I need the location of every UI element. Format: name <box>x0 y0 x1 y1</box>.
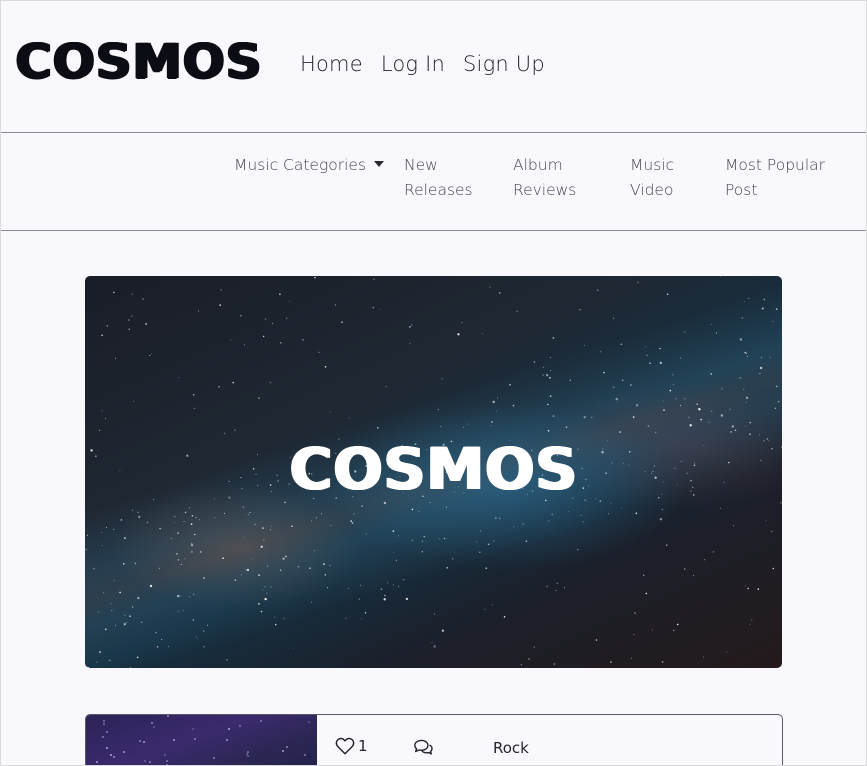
album-reviews-label-line2: Reviews <box>513 181 577 199</box>
thumb-star <box>139 740 141 742</box>
thumb-star <box>247 755 249 757</box>
new-releases-label-line2: Releases <box>404 181 473 199</box>
thumb-star <box>103 723 105 725</box>
thumb-star <box>308 721 310 723</box>
thumb-star <box>149 761 151 763</box>
category-tag[interactable]: Rock <box>493 739 529 757</box>
post-thumbnail[interactable] <box>86 715 317 765</box>
thumb-star <box>167 715 169 717</box>
thumb-star <box>282 750 284 752</box>
thumb-star <box>106 747 108 749</box>
thumb-star <box>173 739 175 741</box>
music-categories-label: Music Categories <box>234 156 367 174</box>
thumb-star <box>102 736 104 738</box>
hero-banner: COSMOS <box>85 276 782 668</box>
music-video-label-line2: Video <box>630 181 674 199</box>
thumb-star <box>153 726 155 728</box>
most-popular-label-line2: Post <box>725 181 758 199</box>
nav-login-link[interactable]: Log In <box>381 47 445 81</box>
hero-title: COSMOS <box>289 435 578 503</box>
page-frame: COSMOS Home Log In Sign Up Music Categor… <box>0 0 867 766</box>
thumb-star <box>239 725 241 727</box>
likes-count: 1 <box>358 737 368 755</box>
thumb-star <box>260 720 262 722</box>
thumb-star <box>192 728 194 730</box>
like-button[interactable]: 1 <box>335 737 368 755</box>
thumb-star <box>144 760 146 762</box>
thumb-star <box>123 751 125 753</box>
caret-down-icon <box>374 161 385 167</box>
thumb-star <box>226 739 228 741</box>
site-logo[interactable]: COSMOS <box>15 31 262 93</box>
music-video-link[interactable]: Music Video <box>630 153 674 203</box>
album-reviews-link[interactable]: Album Reviews <box>513 153 576 203</box>
new-releases-label-line1: New <box>404 156 438 174</box>
post-card[interactable]: 1 Rock <box>85 714 783 765</box>
thumb-star <box>143 741 145 743</box>
nav-home-link[interactable]: Home <box>300 47 363 81</box>
thumb-star <box>194 738 196 740</box>
thumb-star <box>103 720 105 722</box>
thumb-star <box>228 728 230 730</box>
thumb-star <box>96 761 98 763</box>
thumb-star <box>286 746 288 748</box>
comments-button[interactable] <box>412 738 434 756</box>
comments-icon <box>412 738 434 756</box>
category-nav: Music Categories New Releases Album Revi… <box>1 133 866 231</box>
music-categories-dropdown[interactable]: Music Categories <box>234 153 385 178</box>
nav-signup-link[interactable]: Sign Up <box>463 47 545 81</box>
most-popular-post-link[interactable]: Most Popular Post <box>725 153 825 203</box>
album-reviews-label-line1: Album <box>513 156 563 174</box>
music-video-label-line1: Music <box>630 156 675 174</box>
thumb-star <box>166 760 168 762</box>
thumb-star <box>164 754 166 756</box>
thumb-star <box>304 754 306 756</box>
heart-outline-icon <box>335 737 355 755</box>
thumb-star <box>151 722 153 724</box>
thumb-star <box>110 754 112 756</box>
thumb-star <box>213 757 215 759</box>
thumb-star <box>106 731 108 733</box>
category-label: Rock <box>493 739 529 757</box>
most-popular-label-line1: Most Popular <box>725 156 826 174</box>
top-header: COSMOS Home Log In Sign Up <box>1 1 866 133</box>
thumb-star <box>113 756 115 758</box>
new-releases-link[interactable]: New Releases <box>404 153 473 203</box>
main-nav: Home Log In Sign Up <box>300 47 563 81</box>
